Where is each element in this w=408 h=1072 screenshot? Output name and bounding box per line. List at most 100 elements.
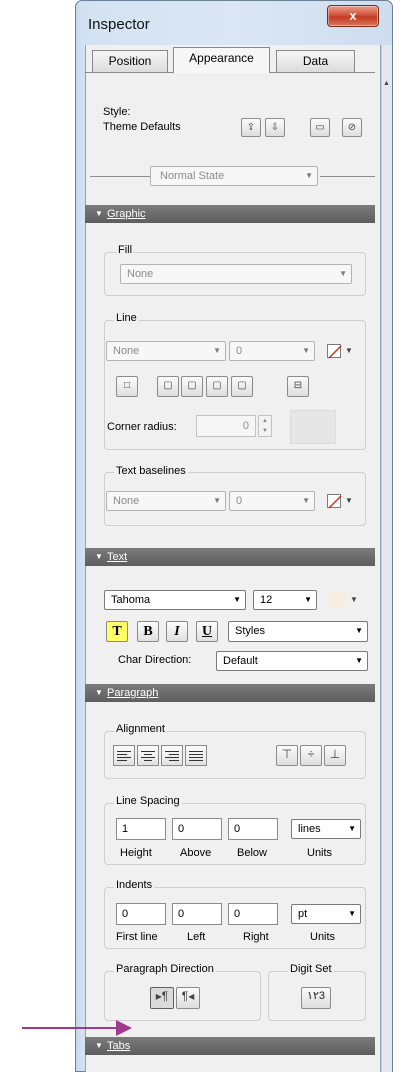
border-right-button[interactable]: ▢ (206, 376, 228, 397)
italic-button[interactable]: I (166, 621, 188, 642)
rtl-paragraph-icon: ¶◂ (181, 989, 195, 1003)
corner-radius-label: Corner radius: (107, 421, 177, 433)
line-color-swatch[interactable] (327, 344, 342, 359)
rtl-direction-button[interactable]: ¶◂ (176, 987, 200, 1009)
char-direction-label: Char Direction: (118, 654, 192, 666)
chevron-down-icon[interactable]: ▼ (350, 595, 358, 604)
line-height-input[interactable]: 1 (116, 818, 166, 840)
indent-units-label: Units (310, 931, 336, 943)
char-direction-value: Default (223, 655, 258, 667)
right-indent-input[interactable]: 0 (228, 903, 278, 925)
align-top-icon: ⊤ (281, 747, 293, 761)
space-above-input[interactable]: 0 (172, 818, 222, 840)
section-paragraph[interactable]: ▼ Paragraph (85, 684, 375, 702)
section-paragraph-label: Paragraph (107, 687, 159, 699)
collapse-triangle-icon: ▼ (95, 552, 103, 561)
align-justify-button[interactable] (185, 745, 207, 766)
chevron-down-icon[interactable]: ▼ (345, 346, 353, 355)
annotation-arrow-icon (116, 1020, 132, 1036)
indent-units-value: pt (298, 908, 308, 920)
first-line-indent-input[interactable]: 0 (116, 903, 166, 925)
font-value: Tahoma (111, 594, 151, 606)
state-divider-right (320, 176, 375, 177)
font-dropdown[interactable]: Tahoma ▼ (104, 590, 246, 610)
chevron-down-icon: ▼ (213, 496, 221, 505)
rectangle-icon: ▭ (315, 122, 325, 133)
border-left-button[interactable]: ▢ (157, 376, 179, 397)
line-label: Line (114, 312, 139, 324)
border-bottom-button[interactable]: ▢ (231, 376, 253, 397)
state-dropdown[interactable]: Normal State ▼ (150, 166, 318, 186)
slash-icon: ⊘ (347, 122, 357, 133)
fill-style-button[interactable]: ▭ (310, 118, 330, 137)
space-below-input[interactable]: 0 (228, 818, 278, 840)
left-indent-input[interactable]: 0 (172, 903, 222, 925)
load-style-button[interactable]: ⇩ (265, 118, 285, 137)
baselines-style-dropdown[interactable]: None ▼ (106, 491, 226, 511)
annotation-arrow-line (22, 1027, 120, 1029)
ltr-direction-button[interactable]: ▸¶ (150, 987, 174, 1009)
valign-middle-button[interactable]: ÷ (300, 745, 322, 766)
digit-set-label: Digit Set (288, 963, 334, 975)
tab-data[interactable]: Data (276, 50, 355, 72)
save-style-button[interactable]: ⇪ (241, 118, 261, 137)
collapse-triangle-icon: ▼ (95, 209, 103, 218)
digit-set-button[interactable]: ١٢3 (301, 987, 331, 1009)
border-left-icon: ▢ (163, 380, 173, 391)
border-top-icon: ▢ (187, 380, 197, 391)
border-top-button[interactable]: ▢ (181, 376, 203, 397)
corner-preview (290, 410, 336, 444)
fill-dropdown[interactable]: None ▼ (120, 264, 352, 284)
line-width-dropdown[interactable]: 0 ▼ (229, 341, 315, 361)
chevron-down-icon: ▼ (233, 595, 241, 604)
font-size-dropdown[interactable]: 12 ▼ (253, 590, 317, 610)
indent-units-dropdown[interactable]: pt ▼ (291, 904, 361, 924)
indents-label: Indents (114, 879, 155, 891)
highlight-button[interactable]: T (106, 621, 128, 642)
char-direction-dropdown[interactable]: Default ▼ (216, 651, 368, 671)
scroll-up-icon[interactable]: ▲ (381, 80, 392, 94)
chevron-down-icon: ▼ (348, 909, 356, 918)
bold-button[interactable]: B (137, 621, 159, 642)
height-label: Height (120, 847, 152, 859)
tab-position[interactable]: Position (92, 50, 168, 72)
line-style-value: None (113, 345, 140, 357)
baselines-width-value: 0 (236, 495, 243, 507)
tab-appearance[interactable]: Appearance (173, 47, 270, 73)
text-color-swatch[interactable] (327, 592, 345, 607)
section-text[interactable]: ▼ Text (85, 548, 375, 566)
line-spacing-units-dropdown[interactable]: lines ▼ (291, 819, 361, 839)
align-bottom-icon: ⊥ (329, 747, 341, 761)
section-text-label: Text (107, 551, 128, 563)
baselines-width-dropdown[interactable]: 0 ▼ (229, 491, 315, 511)
chevron-down-icon: ▼ (304, 595, 312, 604)
vertical-scrollbar[interactable] (381, 45, 392, 1072)
line-style-dropdown[interactable]: None ▼ (106, 341, 226, 361)
align-right-button[interactable] (161, 745, 183, 766)
clear-style-button[interactable]: ⊘ (342, 118, 362, 137)
section-graphic[interactable]: ▼ Graphic (85, 205, 375, 223)
align-middle-icon: ÷ (307, 747, 315, 761)
font-size-value: 12 (260, 594, 273, 606)
valign-bottom-button[interactable]: ⊥ (324, 745, 346, 766)
baselines-color-swatch[interactable] (327, 494, 342, 509)
left-label: Left (187, 931, 206, 943)
border-horizontal-button[interactable]: ⊟ (287, 376, 309, 397)
align-center-button[interactable] (137, 745, 159, 766)
chevron-down-icon[interactable]: ▼ (345, 496, 353, 505)
underline-button[interactable]: U (196, 621, 218, 642)
line-width-value: 0 (236, 345, 243, 357)
styles-dropdown[interactable]: Styles ▼ (228, 621, 368, 642)
corner-radius-stepper[interactable]: ▲ ▼ (258, 415, 272, 437)
close-button[interactable]: x (327, 5, 379, 27)
section-tabs[interactable]: ▼ Tabs (85, 1037, 375, 1055)
chevron-down-icon: ▼ (302, 346, 310, 355)
corner-radius-input[interactable]: 0 (196, 415, 256, 437)
valign-top-button[interactable]: ⊤ (276, 745, 298, 766)
border-all-button[interactable]: □ (116, 376, 138, 397)
border-right-icon: ▢ (212, 380, 222, 391)
border-horizontal-icon: ⊟ (293, 380, 303, 391)
chevron-down-icon: ▼ (213, 346, 221, 355)
fill-label: Fill (116, 244, 135, 256)
align-left-button[interactable] (113, 745, 135, 766)
